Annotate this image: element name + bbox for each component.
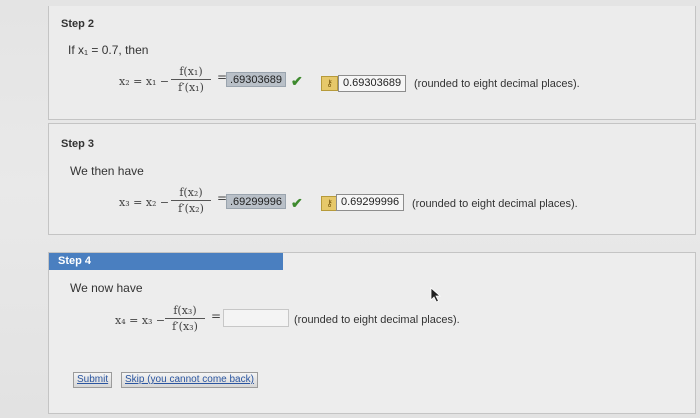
step-2-entered-answer: .69303689 [226, 72, 286, 87]
step-2-intro: If x₁ = 0.7, then [68, 43, 149, 57]
step-3-panel: Step 3 We then have x₃ = x₂ − f(x₂) f′(x… [48, 123, 696, 235]
skip-button[interactable]: Skip (you cannot come back) [121, 372, 258, 388]
step-2-numerator: f(x₁) [171, 64, 211, 80]
step-4-intro: We now have [70, 281, 143, 295]
step-2-rounding-note: (rounded to eight decimal places). [414, 78, 580, 90]
step-4-lhs: x₄ = x₃ − [115, 314, 166, 327]
step-2-final-answer: 0.69303689 [338, 75, 407, 92]
step-3-lhs: x₃ = x₂ − [119, 196, 170, 209]
step-2-denominator: f′(x₁) [178, 81, 204, 94]
step-3-label: Step 3 [61, 138, 95, 150]
step-3-rounding-note: (rounded to eight decimal places). [412, 198, 578, 210]
step-3-entered-answer: .69299996 [226, 194, 286, 209]
page: Step 2 If x₁ = 0.7, then x₂ = x₁ − f(x₁)… [0, 0, 700, 418]
step-4-label: Step 4 [49, 253, 283, 270]
step-4-rounding-note: (rounded to eight decimal places). [294, 314, 460, 326]
step-4-panel: Step 4 We now have x₄ = x₃ − f(x₃) f′(x₃… [48, 252, 696, 414]
step-2-lhs: x₂ = x₁ − [119, 75, 170, 88]
step-3-denominator: f′(x₂) [178, 202, 204, 215]
step-3-numerator: f(x₂) [171, 185, 211, 201]
step-3-final-answer: 0.69299996 [336, 194, 405, 211]
key-icon[interactable]: ⚷ [321, 76, 338, 91]
check-icon: ✔ [291, 73, 303, 89]
step-4-fraction: f(x₃) f′(x₃) [165, 303, 205, 334]
submit-button[interactable]: Submit [73, 372, 113, 388]
check-icon: ✔ [291, 195, 303, 211]
step-4-denominator: f′(x₃) [172, 320, 198, 333]
step-4-numerator: f(x₃) [165, 303, 205, 319]
step-4-equals: = [211, 309, 222, 323]
step-2-panel: Step 2 If x₁ = 0.7, then x₂ = x₁ − f(x₁)… [48, 6, 696, 120]
step-2-fraction: f(x₁) f′(x₁) [171, 64, 211, 95]
step-3-fraction: f(x₂) f′(x₂) [171, 185, 211, 216]
step-4-answer-input[interactable] [223, 309, 289, 327]
step-3-intro: We then have [70, 164, 144, 178]
step-2-label: Step 2 [61, 18, 95, 30]
cursor-icon [430, 287, 442, 303]
